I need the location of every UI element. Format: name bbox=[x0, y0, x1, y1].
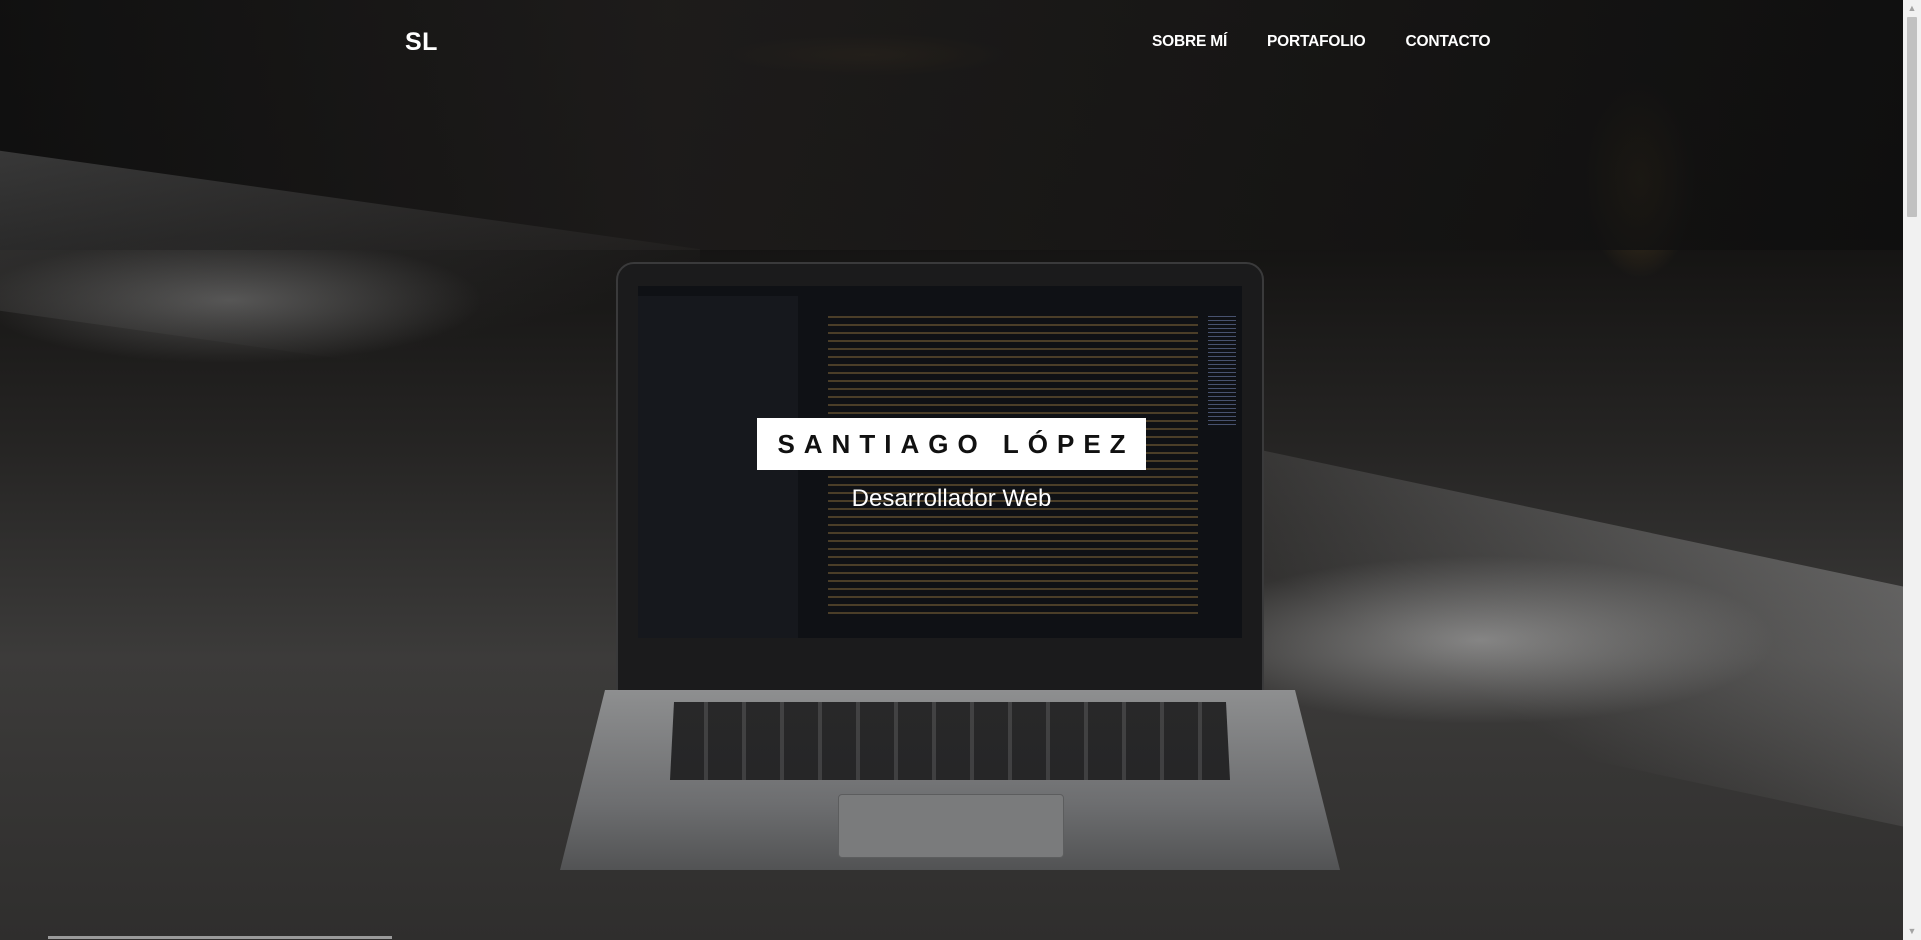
scroll-down-arrow-icon[interactable]: ▼ bbox=[1903, 923, 1921, 940]
hero-section: SL SOBRE MÍ PORTAFOLIO CONTACTO SANTIAGO… bbox=[0, 0, 1903, 940]
horizontal-scroll-indicator bbox=[48, 936, 392, 939]
nav-links: SOBRE MÍ PORTAFOLIO CONTACTO bbox=[1152, 33, 1530, 51]
background-floor-light-right bbox=[1260, 449, 1903, 831]
laptop-trackpad bbox=[838, 794, 1064, 858]
hero-title-box: SANTIAGO LÓPEZ bbox=[757, 418, 1146, 470]
scrollbar-thumb[interactable] bbox=[1907, 17, 1917, 217]
nav-link-portafolio[interactable]: PORTAFOLIO bbox=[1267, 33, 1366, 51]
vertical-scrollbar[interactable]: ▲ ▼ bbox=[1903, 0, 1921, 940]
code-editor-minimap bbox=[1208, 316, 1236, 426]
brand-logo-link[interactable]: SL bbox=[405, 28, 438, 57]
nav-link-sobre-mi[interactable]: SOBRE MÍ bbox=[1152, 33, 1227, 51]
hero-subtitle: Desarrollador Web bbox=[851, 485, 1052, 512]
laptop-lid bbox=[616, 262, 1264, 696]
hero-title: SANTIAGO LÓPEZ bbox=[777, 428, 1135, 459]
laptop-photo bbox=[560, 262, 1340, 882]
scroll-up-arrow-icon[interactable]: ▲ bbox=[1903, 0, 1921, 17]
laptop-keyboard bbox=[670, 702, 1230, 780]
nav-link-contacto[interactable]: CONTACTO bbox=[1406, 33, 1491, 51]
navbar: SL SOBRE MÍ PORTAFOLIO CONTACTO bbox=[0, 0, 1903, 86]
